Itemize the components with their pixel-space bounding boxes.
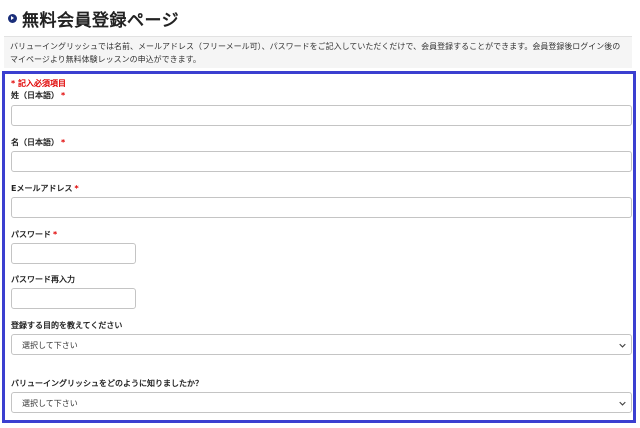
email-input[interactable] [11, 197, 632, 218]
chevron-down-icon [619, 401, 626, 406]
required-note: * 記入必須項目 [11, 79, 66, 88]
password-input[interactable] [11, 243, 136, 264]
page-title: 無料会員登録ページ [22, 10, 180, 31]
chevron-down-icon [619, 343, 626, 348]
password-label: パスワード * [11, 230, 58, 239]
registration-form: * 記入必須項目 姓（日本語） * 名（日本語） * Eメールアドレス * パスワード… [2, 71, 636, 423]
required-mark: * [74, 184, 79, 193]
last-name-label: 姓（日本語） * [11, 91, 66, 100]
referral-label: バリューイングリッシュをどのように知りましたか？ [11, 379, 203, 388]
first-name-input[interactable] [11, 151, 632, 172]
referral-selected-value: 選択して下さい [22, 399, 78, 408]
circle-arrow-icon [8, 13, 17, 23]
required-mark: * [53, 230, 58, 239]
email-label: Eメールアドレス * [11, 184, 79, 193]
required-mark: * [61, 91, 66, 100]
password-confirm-label: パスワード再入力 [11, 275, 75, 284]
password-confirm-input[interactable] [11, 288, 136, 309]
page-header: 無料会員登録ページ [8, 6, 180, 31]
purpose-select[interactable]: 選択して下さい [11, 334, 632, 355]
referral-select[interactable]: 選択して下さい [11, 392, 632, 413]
required-mark: * [61, 138, 66, 147]
first-name-label: 名（日本語） * [11, 138, 66, 147]
last-name-input[interactable] [11, 105, 632, 126]
intro-text: バリューイングリッシュでは名前、メールアドレス（フリーメール可）、パスワードをご… [4, 36, 632, 68]
purpose-selected-value: 選択して下さい [22, 341, 78, 350]
purpose-label: 登録する目的を教えてください [11, 321, 123, 330]
